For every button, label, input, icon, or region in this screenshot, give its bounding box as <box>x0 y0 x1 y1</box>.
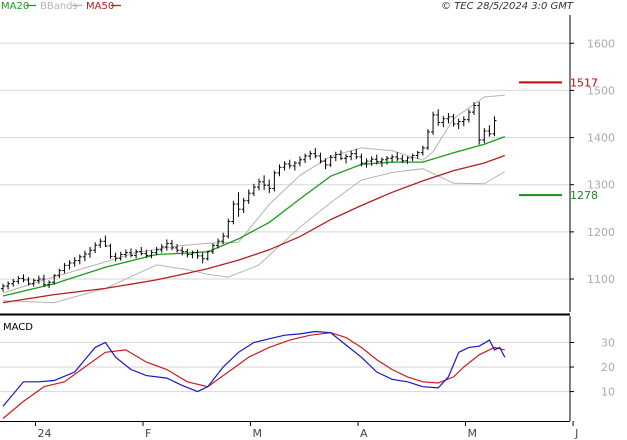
price-panel: 110012001300140015001600 15171278 <box>0 15 615 312</box>
level-label: 1278 <box>570 189 598 202</box>
macd-title: MACD <box>3 322 33 333</box>
level-label: 1517 <box>570 76 598 89</box>
macd-signal-line <box>2 332 505 419</box>
x-tick-label: A <box>360 427 368 440</box>
price-axis-ticks: 110012001300140015001600 <box>570 37 615 286</box>
macd-axis-ticks: 10 20 30 <box>570 337 615 399</box>
copyright-text: © TEC 28/5/2024 3:0 GMT <box>441 1 574 12</box>
legend: MA20 BBands MA50 <box>1 1 121 12</box>
x-tick-label: F <box>145 427 151 440</box>
macd-tick-label: 30 <box>601 337 615 350</box>
x-tick-label: M <box>253 427 263 440</box>
legend-ma50-label: MA50 <box>86 1 114 12</box>
legend-bbands-label: BBands <box>40 1 78 12</box>
price-tick-label: 1200 <box>587 226 615 239</box>
x-tick-label: 24 <box>37 427 51 440</box>
price-tick-label: 1600 <box>587 37 615 50</box>
x-tick-label: J <box>574 427 578 440</box>
x-axis-ticks: 24 F M A M J <box>34 421 578 440</box>
stock-chart: 110012001300140015001600 15171278 MACD 1… <box>0 1 615 440</box>
macd-tick-label: 10 <box>601 386 615 399</box>
price-tick-label: 1400 <box>587 132 615 145</box>
x-tick-label: M <box>468 427 478 440</box>
macd-panel: MACD 10 20 30 <box>0 316 615 421</box>
legend-ma20-label: MA20 <box>1 1 29 12</box>
price-tick-label: 1100 <box>587 273 615 286</box>
macd-tick-label: 20 <box>601 361 615 374</box>
